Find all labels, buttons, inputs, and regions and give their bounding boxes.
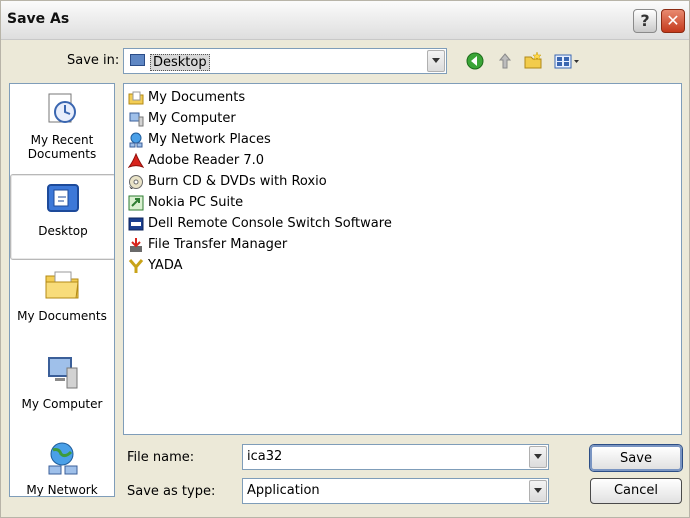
title-bar[interactable]: Save As ? ✕ [1, 1, 689, 40]
file-name: My Computer [148, 111, 236, 126]
place-label: My Documents [17, 309, 107, 323]
place-label: My Recent Documents [27, 133, 97, 161]
network-icon [129, 132, 143, 148]
place-my-recent-documents[interactable]: My Recent Documents [10, 90, 114, 161]
file-name: My Network Places [148, 132, 271, 147]
place-desktop[interactable]: Desktop [10, 174, 114, 260]
file-name-value: ica32 [247, 449, 283, 464]
file-name-field[interactable]: ica32 [242, 444, 549, 470]
computer-icon [48, 357, 78, 389]
network-icon [48, 442, 78, 475]
save-button[interactable]: Save [590, 445, 682, 471]
cancel-button[interactable]: Cancel [590, 478, 682, 504]
download-icon [130, 238, 142, 252]
place-label: Desktop [38, 224, 88, 238]
file-name: Adobe Reader 7.0 [148, 153, 265, 168]
place-my-network[interactable]: My Network [10, 440, 114, 497]
save-in-label: Save in: [67, 53, 120, 68]
computer-icon [129, 112, 144, 127]
close-button[interactable]: ✕ [661, 9, 685, 33]
place-label: My Network [26, 483, 98, 497]
save-as-type-label: Save as type: [127, 484, 216, 499]
save-in-dropdown[interactable]: Desktop [123, 48, 447, 74]
file-name-label: File name: [127, 450, 195, 465]
place-label: My Computer [21, 397, 103, 411]
new-folder-icon[interactable] [523, 51, 543, 71]
cd-icon [129, 175, 143, 189]
file-name: Nokia PC Suite [148, 195, 244, 210]
adobe-icon [128, 153, 144, 168]
file-list[interactable]: My Documents My Computer My Network Plac… [123, 83, 682, 435]
file-name: Dell Remote Console Switch Software [148, 216, 392, 231]
y-icon [128, 259, 144, 273]
save-as-dialog: Save As ? ✕ Save in: Desktop My Recent D… [0, 0, 690, 518]
save-as-type-dropdown[interactable]: Application [242, 478, 549, 504]
place-my-documents[interactable]: My Documents [10, 266, 114, 323]
save-in-value: Desktop [150, 54, 210, 71]
help-button[interactable]: ? [633, 9, 657, 33]
clock-document-icon [48, 93, 76, 123]
file-name: YADA [148, 258, 183, 273]
views-menu-icon[interactable] [553, 51, 581, 71]
chevron-down-icon[interactable] [529, 480, 547, 502]
place-my-computer[interactable]: My Computer [10, 354, 114, 411]
file-name: My Documents [148, 90, 246, 105]
up-folder-icon[interactable] [495, 51, 515, 71]
shortcut-icon [128, 195, 144, 211]
desktop-icon [130, 54, 145, 66]
chevron-down-icon[interactable] [529, 446, 547, 468]
dell-icon [128, 217, 144, 231]
chevron-down-icon[interactable] [427, 50, 445, 72]
folder-icon [128, 91, 144, 105]
file-name: Burn CD & DVDs with Roxio [148, 174, 327, 189]
places-bar: My Recent Documents Desktop My Documents [9, 83, 115, 497]
folder-icon [45, 271, 79, 299]
save-as-type-value: Application [247, 483, 320, 498]
back-icon[interactable] [465, 51, 485, 71]
file-name: File Transfer Manager [148, 237, 288, 252]
dialog-title: Save As [7, 11, 70, 27]
desktop-icon [47, 184, 79, 212]
